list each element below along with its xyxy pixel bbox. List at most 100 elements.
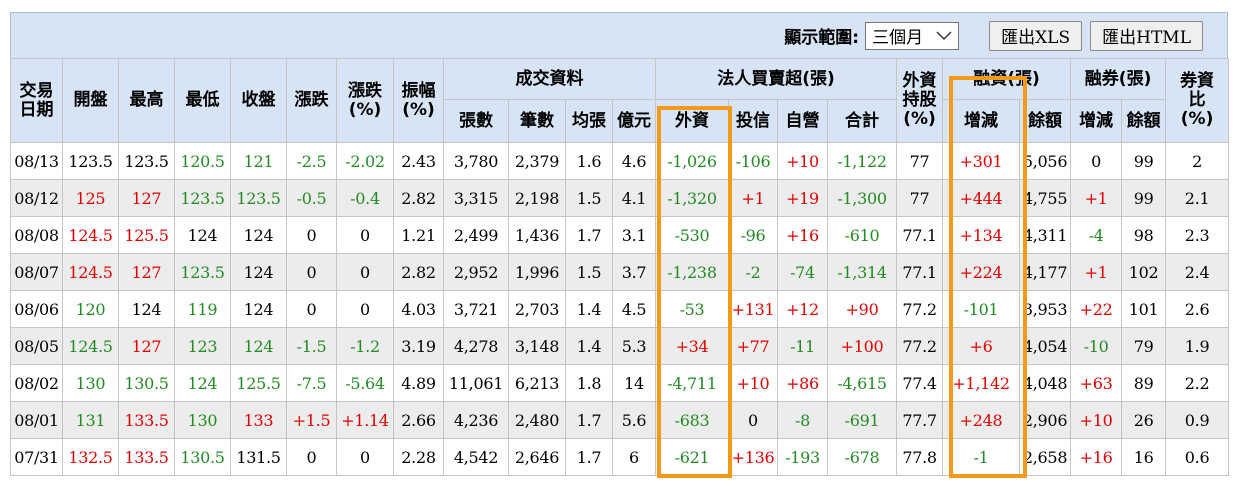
header-volume-trades: 筆數 — [508, 99, 566, 143]
table-cell: 124 — [230, 216, 287, 254]
table-cell: +34 — [655, 327, 729, 365]
table-cell: +1 — [1070, 253, 1123, 291]
table-cell: 2.2 — [1165, 364, 1230, 402]
table-cell: 120.5 — [174, 142, 231, 180]
table-cell: 1.4 — [565, 327, 613, 365]
table-cell: -1,238 — [655, 253, 729, 291]
table-cell: 99 — [1121, 142, 1167, 180]
table-cell: 130.5 — [118, 364, 175, 402]
table-cell: +1,142 — [942, 364, 1021, 402]
table-cell: 1.8 — [565, 364, 613, 402]
table-cell: +19 — [777, 179, 828, 217]
table-cell: 0 — [336, 290, 394, 328]
table-cell: 131.5 — [230, 438, 287, 476]
table-cell: 2.66 — [393, 401, 444, 439]
header-volume-value: 億元 — [612, 99, 656, 143]
table-cell: 07/31 — [10, 438, 63, 476]
table-cell: 119 — [174, 290, 231, 328]
table-cell: 77.8 — [896, 438, 944, 476]
table-cell: +10 — [728, 364, 778, 402]
table-cell: -1,026 — [655, 142, 729, 180]
table-row: 08/05 124.5 127 123 124 -1.5 -1.2 3.19 4,278 3,14… — [10, 327, 1230, 365]
table-cell: -691 — [826, 401, 898, 439]
header-margin-change: 增減 — [942, 99, 1021, 143]
table-cell: 08/05 — [10, 327, 63, 365]
table-cell: -678 — [826, 438, 898, 476]
table-cell: 0 — [286, 290, 337, 328]
table-row: 08/08 124.5 125.5 124 124 0 0 1.21 2,499 1,436 1.7… — [10, 216, 1230, 254]
header-open: 開盤 — [62, 58, 119, 143]
table-cell: 77.7 — [896, 401, 944, 439]
table-cell: 124.5 — [62, 253, 119, 291]
table-row: 08/02 130 130.5 124 125.5 -7.5 -5.64 4.89 11,061… — [10, 364, 1230, 402]
header-change: 漲跌 — [286, 58, 337, 143]
table-cell: 77.1 — [896, 216, 944, 254]
header-institutional-group: 法人買賣超(張) — [654, 58, 898, 100]
table-cell: 2.43 — [393, 142, 444, 180]
table-cell: 2,379 — [508, 142, 566, 180]
table-cell: 123.5 — [174, 179, 231, 217]
range-select[interactable]: 三個月 — [865, 21, 960, 50]
table-cell: 77 — [896, 179, 944, 217]
table-cell: 4.5 — [612, 290, 656, 328]
table-cell: +90 — [826, 290, 898, 328]
table-cell: 2,703 — [508, 290, 566, 328]
table-cell: 2.82 — [393, 253, 444, 291]
table-cell: +131 — [728, 290, 778, 328]
table-cell: 08/13 — [10, 142, 63, 180]
table-cell: -4 — [1070, 216, 1123, 254]
table-cell: 6 — [612, 438, 656, 476]
header-high: 最高 — [118, 58, 175, 143]
chevron-down-icon — [936, 30, 952, 40]
table-cell: -2.5 — [286, 142, 337, 180]
header-foreign-holding: 外資持股(%) — [896, 58, 944, 143]
table-cell: -621 — [655, 438, 729, 476]
header-volume-lots: 張數 — [443, 99, 509, 143]
header-inst-trust: 投信 — [728, 99, 778, 143]
table-cell: 0 — [336, 216, 394, 254]
table-cell: 127 — [118, 253, 175, 291]
table-cell: 4,542 — [443, 438, 509, 476]
table-cell: 0.9 — [1165, 401, 1230, 439]
table-cell: 4.03 — [393, 290, 444, 328]
table-cell: 123.5 — [174, 253, 231, 291]
table-cell: 1.9 — [1165, 327, 1230, 365]
table-cell: 1.5 — [565, 179, 613, 217]
table-cell: -610 — [826, 216, 898, 254]
table-cell: 26 — [1121, 401, 1167, 439]
table-cell: +444 — [942, 179, 1021, 217]
table-cell: 124 — [174, 216, 231, 254]
table-cell: +1 — [728, 179, 778, 217]
export-html-button[interactable]: 匯出HTML — [1090, 20, 1203, 51]
table-cell: -0.5 — [286, 179, 337, 217]
table-cell: 3,953 — [1019, 290, 1072, 328]
table-cell: 2.4 — [1165, 253, 1230, 291]
table-cell: 2.1 — [1165, 179, 1230, 217]
table-cell: 6,213 — [508, 364, 566, 402]
table-cell: +16 — [1070, 438, 1123, 476]
table-cell: 4.1 — [612, 179, 656, 217]
table-cell: 101 — [1121, 290, 1167, 328]
header-short-balance: 餘額 — [1121, 99, 1167, 143]
table-cell: 77.2 — [896, 290, 944, 328]
table-cell: +63 — [1070, 364, 1123, 402]
export-xls-button[interactable]: 匯出XLS — [989, 20, 1083, 51]
table-cell: 124 — [118, 290, 175, 328]
table-cell: 2.28 — [393, 438, 444, 476]
table-cell: 0 — [728, 401, 778, 439]
header-date: 交易日期 — [10, 58, 63, 143]
table-cell: 125.5 — [118, 216, 175, 254]
table-cell: 124.5 — [62, 327, 119, 365]
table-cell: -96 — [728, 216, 778, 254]
table-cell: 131 — [62, 401, 119, 439]
header-amplitude: 振幅(%) — [393, 58, 444, 143]
table-cell: 5,056 — [1019, 142, 1072, 180]
table-cell: 5.6 — [612, 401, 656, 439]
table-cell: 3.19 — [393, 327, 444, 365]
table-cell: 123.5 — [62, 142, 119, 180]
table-cell: -10 — [1070, 327, 1123, 365]
table-cell: 120 — [62, 290, 119, 328]
table-cell: 133 — [230, 401, 287, 439]
table-cell: -1,300 — [826, 179, 898, 217]
header-margin-balance: 餘額 — [1019, 99, 1072, 143]
